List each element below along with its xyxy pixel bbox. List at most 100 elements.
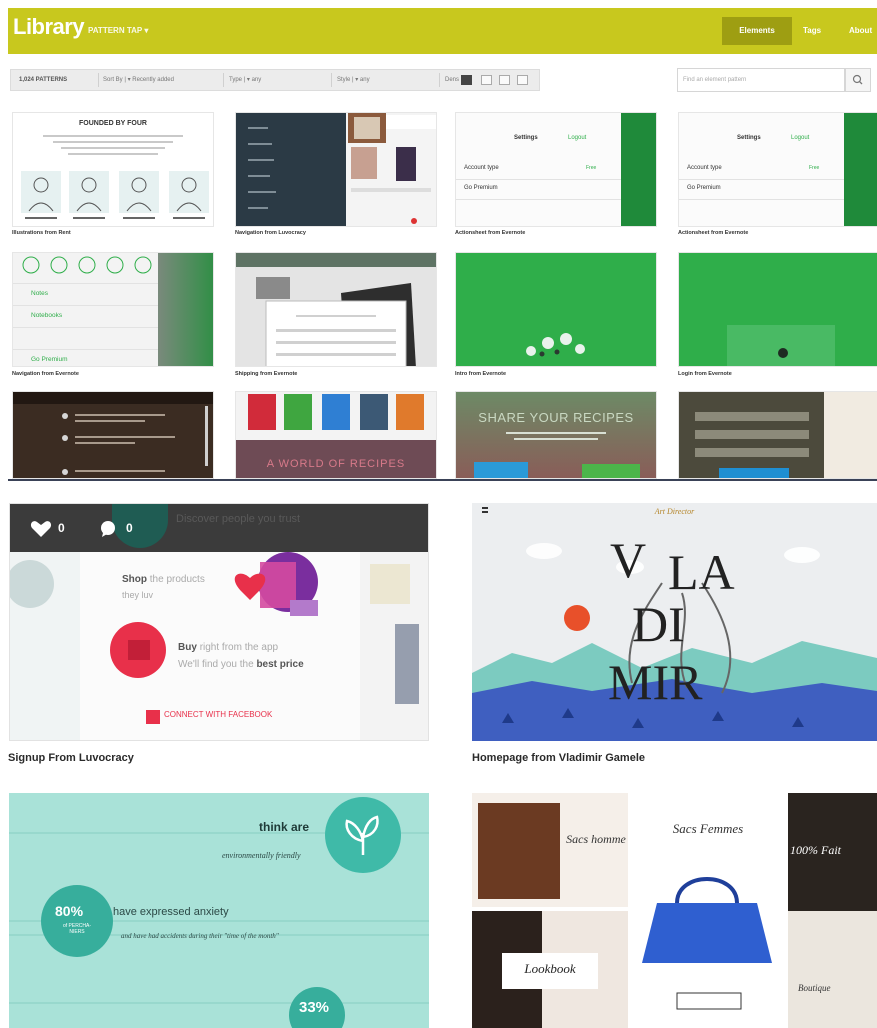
connect-facebook-button[interactable]: CONNECT WITH FACEBOOK [164,710,272,719]
account-type-value: Free [586,165,597,171]
go-premium-label: Go Premium [687,185,721,191]
account-type-value: Free [809,165,820,171]
nav-elements-button[interactable]: Elements [722,17,792,45]
navigation-screenshot [236,113,436,226]
pattern-thumb-navigation-luvocracy[interactable] [235,112,437,227]
divider [98,73,99,87]
grid-view-medium-icon[interactable] [481,75,492,85]
sort-by-label: Sort By [103,77,123,83]
vladimir-script: Art Director [654,507,695,516]
menu-icon[interactable] [482,507,488,513]
type-label: Type [229,77,243,83]
vladimir-letters-3: DI [632,596,685,652]
likes-count: 0 [58,521,65,535]
dark-login-screenshot [679,392,877,478]
pattern-tap-label: PATTERN TAP [88,26,143,35]
grid-view-large-icon[interactable] [499,75,510,85]
fashion-percent: 100% Fait [790,843,841,857]
buy-line-2: We'll find you the best price [178,659,304,670]
divider [331,73,332,87]
vladimir-letters-4: MIR [608,654,703,710]
divider [223,73,224,87]
thumb-caption[interactable]: Actionsheet from Evernote [455,230,525,236]
search-icon [852,74,863,85]
account-type-label: Account type [687,165,722,171]
notes-item: Notes [31,290,48,297]
grid-view-small-icon[interactable] [461,75,472,85]
pattern-thumb-navigation-evernote[interactable]: Notes Notebooks Go Premium [12,252,214,367]
stat-pct-80-sub: of PERCHA-NIERS [62,923,92,935]
pattern-thumb-actionsheet-evernote-1[interactable]: Settings Logout Account type Free Go Pre… [455,112,657,227]
comment-icon[interactable] [98,520,118,538]
pattern-thumb-actionsheet-evernote-2[interactable]: Settings Logout Account type Free Go Pre… [678,112,877,227]
sort-by-value: Recently added [132,77,174,83]
settings-title: Settings [514,135,538,141]
type-value: any [251,77,262,83]
thumb-caption[interactable]: Actionsheet from Evernote [678,230,748,236]
buy-rest: right from the app [199,642,279,653]
search-input[interactable]: Find an element pattern [677,68,845,92]
thumb-caption[interactable]: Login from Evernote [678,371,732,377]
pattern-card-signup-luvocracy[interactable]: Discover people you trust 0 0 Shop the p… [9,503,429,741]
pattern-count: 1,024 PATTERNS [19,77,68,83]
login-illustration [679,253,877,366]
top-navigation-bar: Library PATTERN TAP ▾ Elements Tags Abou… [8,8,877,54]
shop-line-2: they luv [122,590,154,600]
divider [439,73,440,87]
share-recipes-screenshot [456,392,656,478]
thumb-caption[interactable]: Shipping from Evernote [235,371,297,377]
stat-line-1: think are [259,820,310,834]
green-edge [844,113,877,226]
type-select[interactable]: Type | ▾ any [229,70,261,90]
pattern-thumb-illustrations[interactable]: FOUNDED BY FOUR [12,112,214,227]
pattern-thumb-dark-login[interactable] [678,391,877,479]
pattern-tap-dropdown[interactable]: PATTERN TAP ▾ [88,26,148,35]
nav-tags-link[interactable]: Tags [803,17,821,45]
pattern-thumb-comments-dark[interactable] [12,391,214,479]
signup-banner-text: Discover people you trust [176,513,301,525]
buy-line-2a: We'll find you the [178,659,254,670]
heart-icon[interactable] [30,520,52,538]
thumb-caption[interactable]: Illustrations from Rent [12,230,71,236]
illustration-portraits [21,135,209,219]
pattern-card-infographic-stats[interactable]: think are environmentally friendly 80% o… [9,793,429,1028]
vladimir-letters-1: V [610,532,647,588]
dark-comments-screenshot [13,392,213,478]
thumb-caption[interactable]: Navigation from Luvocracy [235,230,306,236]
pattern-thumb-login-evernote[interactable] [678,252,877,367]
search-button[interactable] [845,68,871,92]
divider [679,199,844,200]
shop-strong: Shop [122,574,147,585]
nav-about-link[interactable]: About [849,17,872,45]
pattern-thumb-shipping-evernote[interactable] [235,252,437,367]
style-select[interactable]: Style | ▾ any [337,70,370,90]
thumb-caption[interactable]: Navigation from Evernote [12,371,79,377]
card-caption[interactable]: Homepage from Vladimir Gamele [472,752,645,764]
pattern-thumb-share-recipes[interactable]: SHARE YOUR RECIPES [455,391,657,479]
notebooks-item: Notebooks [31,312,63,319]
library-logo[interactable]: Library [13,14,85,40]
density-label: Dens [445,77,460,83]
divider [456,199,621,200]
fashion-sacs-femmes: Sacs Femmes [672,821,744,836]
best-price: best price [256,659,304,670]
list-view-icon[interactable] [517,75,528,85]
shipping-screenshot [236,253,436,366]
fashion-sacs-homme: Sacs homme [566,832,626,846]
pattern-card-fashion-bags[interactable]: Sacs homme Sacs Femmes Lookbook 100% Fai… [472,793,877,1028]
settings-title: Settings [737,135,761,141]
pattern-thumb-world-of-recipes[interactable]: A WORLD OF RECIPES [235,391,437,479]
intro-illustration [456,253,656,366]
stat-pct-33: 33% [299,999,330,1016]
stat-line-4: and have had accidents during their "tim… [121,932,279,940]
buy-strong: Buy [178,642,197,653]
pattern-card-vladimir-gamele[interactable]: Art Director V LA DI MIR [472,503,877,741]
green-edge [621,113,656,226]
sort-by-select[interactable]: Sort By | ▾ Recently added [103,70,174,90]
divider [456,179,621,180]
pattern-thumb-intro-evernote[interactable] [455,252,657,367]
logout-link: Logout [568,135,587,141]
card-caption[interactable]: Signup From Luvocracy [8,752,134,764]
section-divider [8,479,877,481]
thumb-caption[interactable]: Intro from Evernote [455,371,506,377]
